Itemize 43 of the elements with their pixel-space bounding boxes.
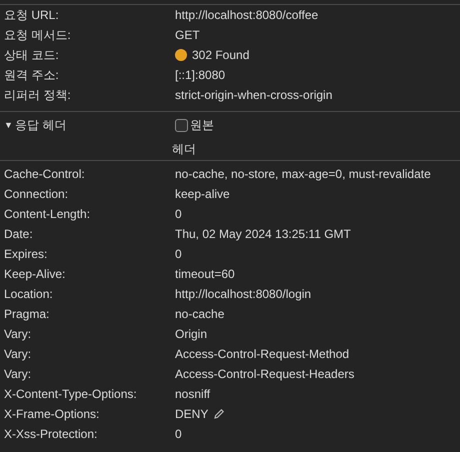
field-label: 요청 URL: [4,6,60,24]
header-value: nosniff [175,387,210,401]
header-name: Vary: [4,367,32,381]
header-name: Cache-Control: [4,167,86,181]
header-value: timeout=60 [175,267,235,281]
header-name: X-Content-Type-Options: [4,387,138,401]
field-value: strict-origin-when-cross-origin [175,88,332,102]
header-value: Thu, 02 May 2024 13:25:11 GMT [175,227,351,241]
header-value: DENY [175,407,208,421]
header-name: X-Xss-Protection: [4,427,98,441]
checkbox[interactable] [175,118,188,132]
checkbox-label: 원본 [190,116,214,134]
field-label: 상태 코드: [4,46,60,64]
header-value: Access-Control-Request-Method [175,347,350,361]
header-name: Date: [4,227,34,241]
header-name: Location: [4,287,54,301]
header-name: Vary: [4,347,32,361]
header-value: Access-Control-Request-Headers [175,367,354,381]
field-value: 302 Found [192,48,250,62]
pencil-icon[interactable] [213,408,226,420]
field-label: 원격 주소: [4,66,60,84]
header-value: Origin [175,327,208,341]
header-name: X-Frame-Options: [4,407,100,421]
field-value: http://localhost:8080/coffee [175,8,318,22]
header-name: Keep-Alive: [4,267,66,281]
header-name: Vary: [4,327,32,341]
header-value: 0 [175,427,182,441]
header-value: no-cache, no-store, max-age=0, must-revalidate [175,167,431,181]
header-value: no-cache [175,307,224,321]
header-value: http://localhost:8080/login [175,287,312,301]
field-value: [::1]:8080 [175,68,226,82]
header-name: Pragma: [4,307,50,321]
header-name: Connection: [4,187,70,201]
section-toggle[interactable]: ▼ 응답 헤더 [0,116,175,134]
field-value: GET [175,28,200,42]
header-value: 0 [175,247,182,261]
header-value: 0 [175,207,182,221]
field-label: 요청 메서드: [4,26,72,44]
header-value: keep-alive [175,187,230,201]
column-title: 헤더 [172,140,196,158]
header-name: Content-Length: [4,207,92,221]
field-label: 리퍼러 정책: [4,86,72,104]
header-name: Expires: [4,247,48,261]
